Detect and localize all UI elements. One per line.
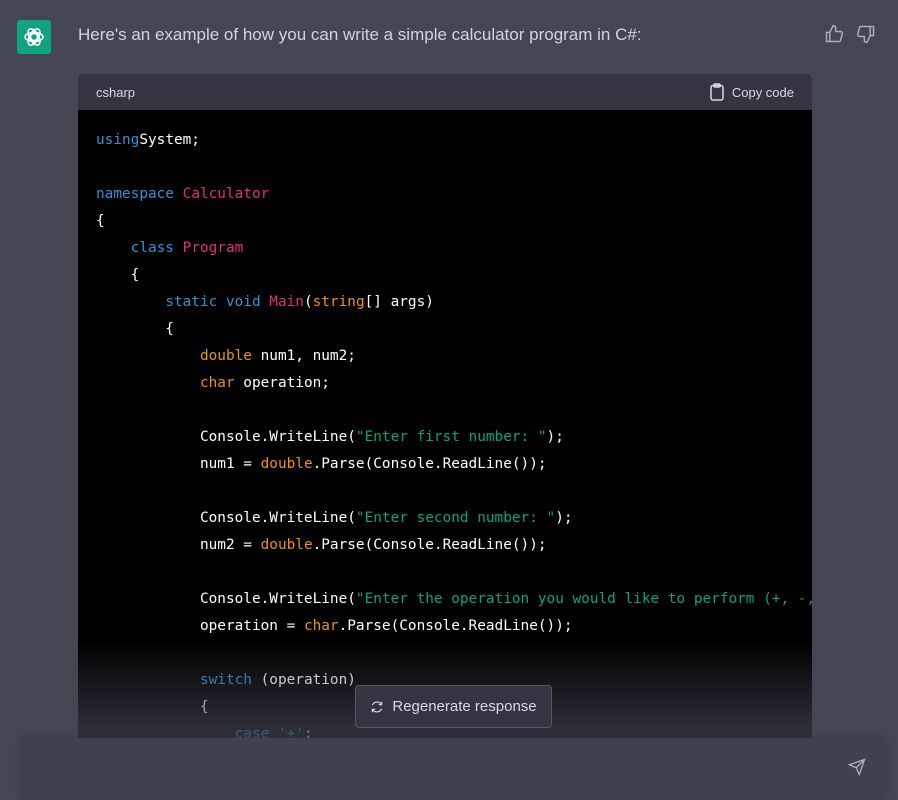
send-icon[interactable]	[848, 758, 866, 776]
chat-input-box	[22, 738, 884, 798]
code-token: operation;	[243, 375, 330, 391]
code-token: num2 =	[96, 537, 261, 553]
code-token: "Enter first number: "	[355, 429, 547, 445]
code-line: num2 = double.Parse(Console.ReadLine());	[96, 532, 794, 559]
assistant-avatar	[17, 20, 51, 54]
code-token: .Parse(Console.ReadLine());	[312, 537, 547, 553]
regenerate-response-button[interactable]: Regenerate response	[355, 685, 552, 728]
code-token: static	[165, 294, 218, 310]
code-line: operation = char.Parse(Console.ReadLine(…	[96, 613, 794, 640]
copy-code-label: Copy code	[731, 84, 794, 100]
code-token: double	[199, 348, 252, 364]
code-token: (operation)	[260, 672, 356, 688]
code-token: "Enter the operation you would like to p…	[355, 591, 812, 607]
code-token: using	[96, 132, 140, 148]
code-token: char	[303, 618, 339, 634]
openai-logo-icon	[24, 28, 44, 46]
code-token: .Parse(Console.ReadLine());	[312, 456, 547, 472]
code-token: Console.WriteLine(	[96, 591, 356, 607]
code-token: (	[303, 294, 313, 310]
code-token: "Enter second number: "	[355, 510, 556, 526]
code-token: [] args)	[364, 294, 434, 310]
code-line: Console.WriteLine("Enter the operation y…	[96, 586, 812, 613]
code-content: usingSystem; namespace Calculator { class …	[78, 110, 812, 765]
code-token: operation =	[96, 618, 304, 634]
regenerate-label: Regenerate response	[392, 698, 537, 715]
chat-input[interactable]	[38, 756, 838, 780]
code-line: {	[96, 208, 794, 235]
assistant-message: Here's an example of how you can write a…	[78, 25, 642, 44]
code-token: namespace	[96, 186, 174, 202]
code-token: switch	[199, 672, 252, 688]
code-token: Program	[182, 240, 244, 256]
clipboard-icon	[710, 83, 724, 101]
code-token: class	[130, 240, 174, 256]
code-token: char	[199, 375, 235, 391]
code-language: csharp	[96, 84, 136, 100]
code-token: Main	[269, 294, 304, 310]
code-token: Calculator	[182, 186, 270, 202]
thumbs-up-icon[interactable]	[824, 24, 844, 44]
code-token: num1 =	[96, 456, 261, 472]
code-token: double	[260, 537, 313, 553]
code-token: {	[96, 699, 209, 715]
code-line: char operation;	[96, 370, 794, 397]
code-token: string	[312, 294, 365, 310]
code-token: Console.WriteLine(	[96, 510, 356, 526]
code-line: static void Main(string[] args)	[96, 289, 794, 316]
code-line: Console.WriteLine("Enter second number: …	[96, 505, 794, 532]
code-line: {	[96, 316, 794, 343]
refresh-icon	[372, 701, 383, 712]
copy-code-button[interactable]: Copy code	[710, 83, 794, 101]
code-line: double num1, num2;	[96, 343, 794, 370]
code-token: {	[96, 267, 140, 283]
code-line: num1 = double.Parse(Console.ReadLine());	[96, 451, 794, 478]
code-token: {	[96, 321, 174, 337]
code-block: csharp Copy code usingSystem; namespace C…	[78, 74, 812, 774]
code-token: num1, num2;	[260, 348, 356, 364]
code-line: {	[96, 262, 794, 289]
code-line: usingSystem;	[96, 127, 794, 154]
code-token: System;	[139, 132, 200, 148]
code-token: );	[546, 429, 564, 445]
code-token: void	[225, 294, 261, 310]
code-token: Console.WriteLine(	[96, 429, 356, 445]
code-token: {	[96, 213, 105, 229]
code-token: );	[555, 510, 573, 526]
code-token: double	[260, 456, 313, 472]
thumbs-down-icon[interactable]	[856, 24, 876, 44]
code-line: class Program	[96, 235, 794, 262]
code-header: csharp Copy code	[78, 74, 812, 110]
code-token: .Parse(Console.ReadLine());	[338, 618, 573, 634]
code-line: Console.WriteLine("Enter first number: "…	[96, 424, 794, 451]
code-line: namespace Calculator	[96, 181, 794, 208]
